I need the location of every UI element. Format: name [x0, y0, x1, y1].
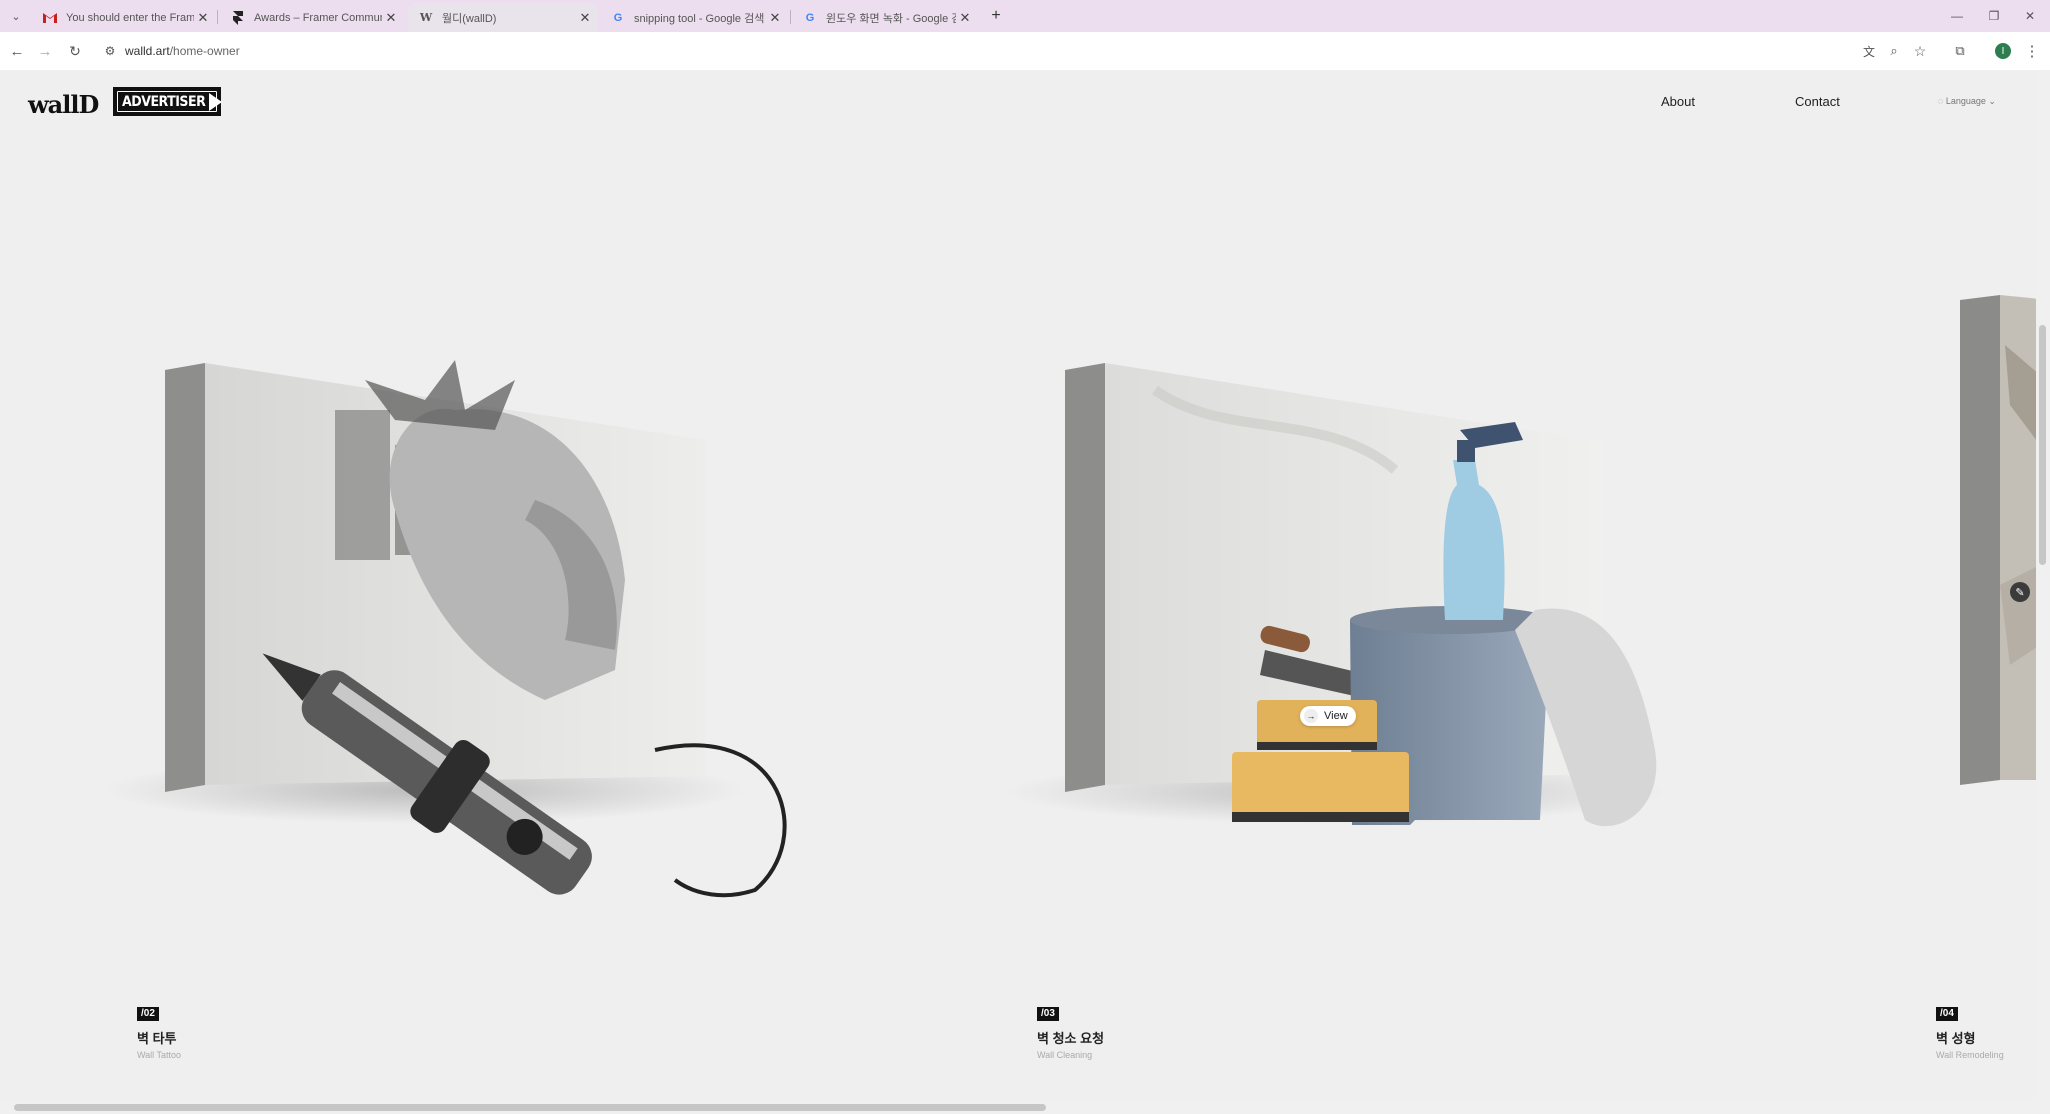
tab-divider	[790, 10, 791, 24]
site-logo[interactable]: wallD	[28, 90, 99, 119]
back-arrow-icon[interactable]: ←	[5, 39, 29, 63]
wall-remodeling-image[interactable]	[1900, 285, 2040, 845]
tab-framer[interactable]: Awards – Framer Community ✕	[220, 3, 404, 32]
nav-about[interactable]: About	[1661, 94, 1695, 109]
new-tab-plus-icon[interactable]: +	[984, 4, 1008, 28]
tab-title: snipping tool - Google 검색	[634, 12, 765, 25]
wall-cleaning-image[interactable]	[995, 280, 1695, 890]
card-subtitle: Wall Cleaning	[1037, 1050, 1093, 1060]
advertiser-label: ADVERTISER	[122, 93, 206, 110]
zoom-icon[interactable]: ⌕	[1882, 39, 1906, 63]
card-number: /02	[137, 1007, 159, 1021]
minimize-icon[interactable]: —	[1945, 4, 1969, 28]
scrollbar-thumb[interactable]	[2039, 325, 2046, 565]
card-subtitle: Wall Tattoo	[137, 1050, 182, 1060]
card-number: /03	[1037, 1007, 1059, 1021]
view-label: View	[1324, 710, 1348, 722]
close-icon[interactable]: ✕	[194, 10, 212, 26]
site-info-icon[interactable]: ⚙	[98, 39, 122, 63]
forward-arrow-icon[interactable]: →	[33, 39, 57, 63]
window-close-icon[interactable]: ✕	[2018, 4, 2042, 28]
browser-tab-bar: ⌄ You should enter the Framer A ✕ Awards…	[0, 0, 2050, 32]
extensions-icon[interactable]: ⧉	[1948, 39, 1972, 63]
wall-tattoo-image[interactable]	[95, 280, 815, 900]
gmail-icon	[42, 10, 58, 26]
close-icon[interactable]: ✕	[576, 10, 594, 26]
translate-icon[interactable]: 文	[1857, 39, 1881, 63]
arrow-right-icon	[209, 92, 223, 111]
profile-avatar[interactable]: I	[1991, 39, 2015, 63]
url-path: /home-owner	[169, 44, 240, 58]
language-selector[interactable]: ◌ Language ⌄	[1938, 96, 1996, 107]
card-title[interactable]: 벽 청소 요청	[1037, 1028, 1104, 1047]
url-host: walld.art	[125, 44, 170, 58]
tab-walld[interactable]: W 월디(wallD) ✕	[408, 3, 598, 32]
tab-google-recording[interactable]: G 윈도우 화면 녹화 - Google 검 ✕	[792, 3, 978, 32]
tab-divider	[217, 10, 218, 24]
browser-toolbar: ← → ↻ ⚙ walld.art/home-owner 文 ⌕ ☆ ⧉ I ⋮	[0, 32, 2050, 71]
framer-icon	[230, 10, 246, 26]
address-bar[interactable]: walld.art/home-owner	[125, 44, 240, 58]
card-subtitle: Wall Remodeling	[1936, 1050, 2004, 1060]
close-icon[interactable]: ✕	[382, 10, 400, 26]
tab-google-snipping[interactable]: G snipping tool - Google 검색 ✕	[600, 3, 788, 32]
google-icon: G	[613, 11, 623, 24]
close-icon[interactable]: ✕	[956, 10, 974, 26]
bookmark-star-icon[interactable]: ☆	[1908, 39, 1932, 63]
card-number: /04	[1936, 1007, 1958, 1021]
scrollbar-thumb[interactable]	[14, 1104, 1046, 1111]
card-title[interactable]: 벽 성형	[1936, 1028, 1976, 1047]
restore-icon[interactable]: ❐	[1982, 4, 2006, 28]
view-button[interactable]: → View	[1300, 706, 1356, 726]
website-viewport: wallD ADVERTISER About Contact ◌ Languag…	[0, 70, 2050, 1114]
horizontal-scrollbar[interactable]	[0, 1100, 2036, 1114]
nav-contact[interactable]: Contact	[1795, 94, 1840, 109]
vertical-scrollbar[interactable]	[2036, 70, 2050, 1114]
close-icon[interactable]: ✕	[766, 10, 784, 26]
tab-title: 윈도우 화면 녹화 - Google 검	[826, 12, 956, 25]
arrow-right-icon: →	[1304, 709, 1318, 723]
tab-title: 월디(wallD)	[442, 12, 497, 25]
card-title[interactable]: 벽 타투	[137, 1028, 177, 1047]
tab-title: You should enter the Framer A	[66, 11, 194, 24]
reload-icon[interactable]: ↻	[63, 39, 87, 63]
tab-title: Awards – Framer Community	[254, 11, 382, 24]
advertiser-button[interactable]: ADVERTISER	[113, 87, 223, 116]
tab-gmail[interactable]: You should enter the Framer A ✕	[32, 3, 216, 32]
google-icon: G	[805, 11, 815, 24]
browser-menu-icon[interactable]: ⋮	[2020, 39, 2044, 63]
tab-search-chevron-icon[interactable]: ⌄	[4, 4, 28, 28]
walld-icon: W	[419, 11, 433, 24]
edit-pencil-icon[interactable]: ✎	[2010, 582, 2030, 602]
